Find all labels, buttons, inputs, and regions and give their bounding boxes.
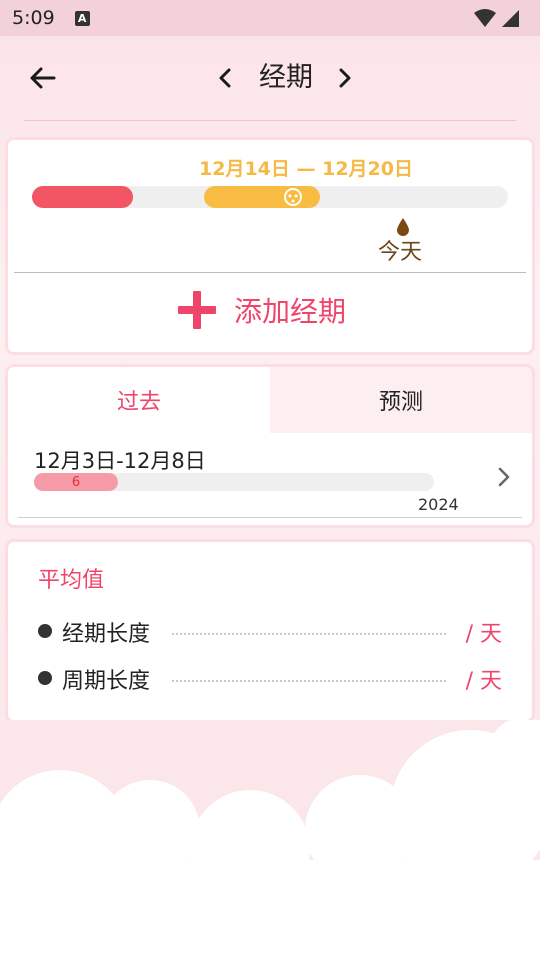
average-value: / 天 — [465, 622, 502, 647]
today-label: 今天 — [378, 240, 423, 265]
past-period-segment[interactable] — [32, 186, 133, 208]
average-value: / 天 — [465, 669, 502, 694]
history-duration-bar: 6 — [34, 473, 118, 491]
dotted-leader — [172, 680, 446, 682]
averages-title: 平均值 — [38, 568, 105, 593]
app-header: 经期 — [0, 36, 540, 120]
notification-icon: A — [74, 10, 90, 26]
average-row-period-length: 经期长度 / 天 — [38, 614, 508, 648]
wifi-icon — [474, 9, 496, 27]
tab-past[interactable]: 过去 — [8, 367, 270, 433]
history-card: 过去 预测 12月3日-12月8日 6 2024 — [8, 367, 532, 525]
chevron-left-icon — [219, 68, 231, 88]
next-month-button[interactable] — [330, 60, 360, 96]
history-year: 2024 — [418, 495, 459, 514]
period-range-label: 12月14日 — 12月20日 — [199, 158, 413, 180]
status-bar: 5:09 A — [0, 0, 540, 36]
add-period-label: 添加经期 — [234, 295, 347, 328]
header-divider — [24, 120, 516, 121]
status-indicators — [474, 8, 520, 28]
signal-icon — [502, 10, 519, 27]
bullet-icon — [38, 671, 52, 685]
average-row-cycle-length: 周期长度 / 天 — [38, 661, 508, 695]
average-label: 经期长度 — [62, 622, 151, 647]
averages-card: 平均值 经期长度 / 天 周期长度 / 天 — [8, 542, 532, 720]
status-time: 5:09 — [12, 7, 55, 29]
back-button[interactable] — [22, 58, 62, 98]
history-range-label: 12月3日-12月8日 — [34, 449, 206, 473]
plus-icon — [178, 291, 216, 329]
bullet-icon — [38, 624, 52, 638]
dotted-leader — [172, 633, 446, 635]
chevron-right-icon[interactable] — [494, 465, 514, 489]
face-icon — [284, 188, 302, 206]
history-divider — [18, 517, 522, 518]
average-label: 周期长度 — [62, 669, 151, 694]
card-divider — [14, 272, 526, 273]
page-title: 经期 — [259, 62, 313, 93]
previous-month-button[interactable] — [210, 60, 240, 96]
chevron-right-icon — [339, 68, 351, 88]
arrow-left-icon — [30, 67, 56, 89]
cloud-background — [0, 720, 540, 960]
add-period-button[interactable]: 添加经期 — [178, 288, 346, 332]
current-period-card: 12月14日 — 12月20日 今天 添加经期 — [8, 140, 532, 352]
tab-predict[interactable]: 预测 — [270, 367, 532, 433]
